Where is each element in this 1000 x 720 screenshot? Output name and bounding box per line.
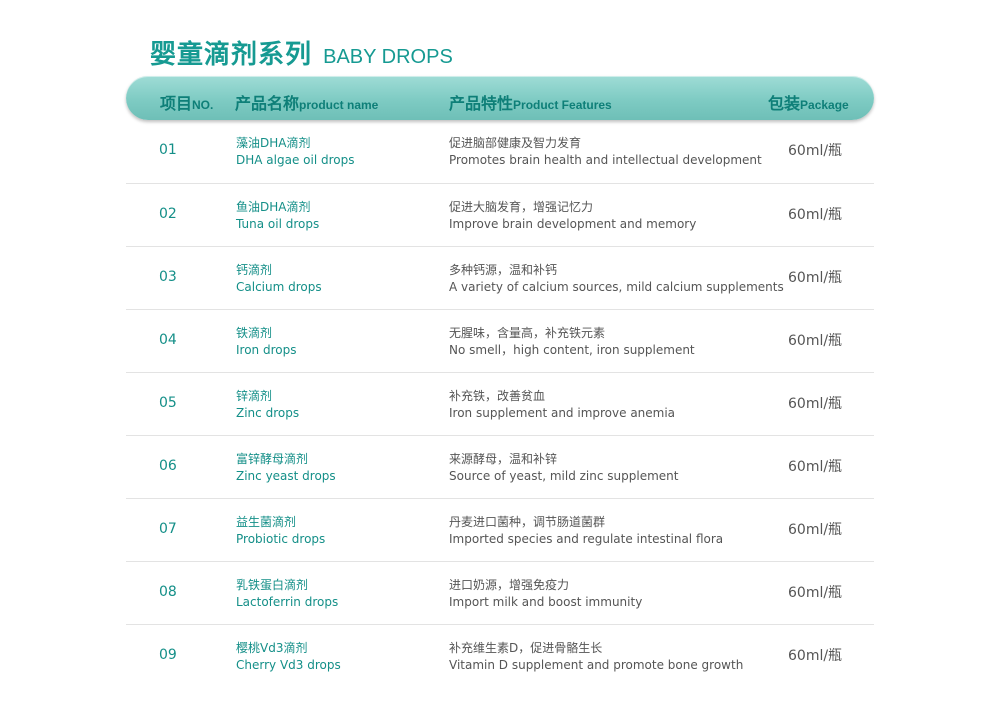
product-features: 补充维生素D，促进骨骼生长 Vitamin D supplement and p… xyxy=(449,640,743,674)
product-features: 促进大脑发育，增强记忆力 Improve brain development a… xyxy=(449,199,696,233)
product-name-cn: 钙滴剂 xyxy=(236,263,273,277)
product-name: 铁滴剂 Iron drops xyxy=(236,325,296,359)
table-row: 04 铁滴剂 Iron drops 无腥味，含量高，补充铁元素 No smell… xyxy=(126,310,874,373)
row-number: 09 xyxy=(159,647,177,663)
package-size: 60ml/瓶 xyxy=(788,207,843,223)
product-name-en: Zinc drops xyxy=(236,406,300,420)
product-features-cn: 丹麦进口菌种，调节肠道菌群 xyxy=(449,515,606,529)
header-product-features-cn: 产品特性 xyxy=(449,94,514,113)
page-title: 婴童滴剂系列 BABY DROPS xyxy=(150,34,453,71)
product-features-en: A variety of calcium sources, mild calci… xyxy=(449,280,784,294)
table-header: 项目NO. 产品名称product name 产品特性Product Featu… xyxy=(126,76,874,120)
header-package-en: Package xyxy=(800,98,849,112)
product-name-cn: 铁滴剂 xyxy=(236,326,273,340)
header-no-cn: 项目 xyxy=(160,94,193,113)
product-table: 01 藻油DHA滴剂 DHA algae oil drops 促进脑部健康及智力… xyxy=(126,120,874,687)
header-no: 项目NO. xyxy=(160,90,213,114)
table-row: 06 富锌酵母滴剂 Zinc yeast drops 来源酵母，温和补锌 Sou… xyxy=(126,436,874,499)
product-name-cn: 鱼油DHA滴剂 xyxy=(236,200,311,214)
package-size: 60ml/瓶 xyxy=(788,648,843,664)
product-features-cn: 多种钙源，温和补钙 xyxy=(449,263,558,277)
header-product-features: 产品特性Product Features xyxy=(449,90,612,114)
product-name-en: Lactoferrin drops xyxy=(236,595,339,609)
product-features-en: No smell，high content, iron supplement xyxy=(449,343,695,357)
product-name: 樱桃Vd3滴剂 Cherry Vd3 drops xyxy=(236,640,341,674)
product-name-en: Zinc yeast drops xyxy=(236,469,336,483)
product-features: 进口奶源，增强免疫力 Import milk and boost immunit… xyxy=(449,577,642,611)
product-features-en: Improve brain development and memory xyxy=(449,217,697,231)
row-number: 01 xyxy=(159,142,177,158)
product-name: 富锌酵母滴剂 Zinc yeast drops xyxy=(236,451,336,485)
product-name: 钙滴剂 Calcium drops xyxy=(236,262,322,296)
row-number: 03 xyxy=(159,269,177,285)
product-name-cn: 锌滴剂 xyxy=(236,389,273,403)
product-features: 补充铁，改善贫血 Iron supplement and improve ane… xyxy=(449,388,675,422)
product-name-en: Iron drops xyxy=(236,343,297,357)
header-package-cn: 包装 xyxy=(768,94,801,113)
product-features-en: Imported species and regulate intestinal… xyxy=(449,532,724,546)
header-package: 包装Package xyxy=(768,90,849,114)
package-size: 60ml/瓶 xyxy=(788,396,843,412)
package-size: 60ml/瓶 xyxy=(788,333,843,349)
header-no-en: NO. xyxy=(192,98,214,112)
row-number: 07 xyxy=(159,521,177,537)
product-features: 促进脑部健康及智力发育 Promotes brain health and in… xyxy=(449,135,762,169)
table-row: 07 益生菌滴剂 Probiotic drops 丹麦进口菌种，调节肠道菌群 I… xyxy=(126,499,874,562)
product-features: 无腥味，含量高，补充铁元素 No smell，high content, iro… xyxy=(449,325,695,359)
product-features-en: Vitamin D supplement and promote bone gr… xyxy=(449,658,744,672)
table-row: 05 锌滴剂 Zinc drops 补充铁，改善贫血 Iron suppleme… xyxy=(126,373,874,436)
product-name-en: Cherry Vd3 drops xyxy=(236,658,341,672)
product-features-cn: 补充铁，改善贫血 xyxy=(449,389,546,403)
row-number: 08 xyxy=(159,584,177,600)
product-features-cn: 进口奶源，增强免疫力 xyxy=(449,578,570,592)
product-name: 锌滴剂 Zinc drops xyxy=(236,388,299,422)
product-name-cn: 藻油DHA滴剂 xyxy=(236,136,311,150)
package-size: 60ml/瓶 xyxy=(788,270,843,286)
product-features-cn: 促进脑部健康及智力发育 xyxy=(449,136,582,150)
product-name-cn: 樱桃Vd3滴剂 xyxy=(236,641,308,655)
product-features-cn: 无腥味，含量高，补充铁元素 xyxy=(449,326,606,340)
product-features-cn: 来源酵母，温和补锌 xyxy=(449,452,558,466)
product-features: 来源酵母，温和补锌 Source of yeast, mild zinc sup… xyxy=(449,451,678,485)
product-features-cn: 补充维生素D，促进骨骼生长 xyxy=(449,641,603,655)
package-size: 60ml/瓶 xyxy=(788,459,843,475)
table-row: 09 樱桃Vd3滴剂 Cherry Vd3 drops 补充维生素D，促进骨骼生… xyxy=(126,625,874,687)
product-name-en: DHA algae oil drops xyxy=(236,153,355,167)
header-product-name-cn: 产品名称 xyxy=(235,94,300,113)
header-product-features-en: Product Features xyxy=(513,98,612,112)
product-features-en: Iron supplement and improve anemia xyxy=(449,406,676,420)
product-name-en: Calcium drops xyxy=(236,280,322,294)
header-product-name-en: product name xyxy=(299,98,379,112)
product-name: 鱼油DHA滴剂 Tuna oil drops xyxy=(236,199,319,233)
package-size: 60ml/瓶 xyxy=(788,143,843,159)
product-features: 多种钙源，温和补钙 A variety of calcium sources, … xyxy=(449,262,784,296)
page-title-en: BABY DROPS xyxy=(323,46,453,68)
row-number: 02 xyxy=(159,206,177,222)
product-name-en: Probiotic drops xyxy=(236,532,326,546)
product-name-cn: 乳铁蛋白滴剂 xyxy=(236,578,309,592)
page-title-cn: 婴童滴剂系列 xyxy=(150,40,313,70)
product-name: 乳铁蛋白滴剂 Lactoferrin drops xyxy=(236,577,338,611)
product-features: 丹麦进口菌种，调节肠道菌群 Imported species and regul… xyxy=(449,514,723,548)
header-product-name: 产品名称product name xyxy=(235,90,378,114)
product-features-en: Import milk and boost immunity xyxy=(449,595,643,609)
table-row: 03 钙滴剂 Calcium drops 多种钙源，温和补钙 A variety… xyxy=(126,247,874,310)
product-name-cn: 益生菌滴剂 xyxy=(236,515,297,529)
package-size: 60ml/瓶 xyxy=(788,522,843,538)
table-row: 01 藻油DHA滴剂 DHA algae oil drops 促进脑部健康及智力… xyxy=(126,120,874,184)
product-name-cn: 富锌酵母滴剂 xyxy=(236,452,309,466)
table-row: 08 乳铁蛋白滴剂 Lactoferrin drops 进口奶源，增强免疫力 I… xyxy=(126,562,874,625)
row-number: 05 xyxy=(159,395,177,411)
product-features-en: Source of yeast, mild zinc supplement xyxy=(449,469,679,483)
product-features-cn: 促进大脑发育，增强记忆力 xyxy=(449,200,594,214)
row-number: 06 xyxy=(159,458,177,474)
product-name: 益生菌滴剂 Probiotic drops xyxy=(236,514,325,548)
table-row: 02 鱼油DHA滴剂 Tuna oil drops 促进大脑发育，增强记忆力 I… xyxy=(126,184,874,247)
product-features-en: Promotes brain health and intellectual d… xyxy=(449,153,762,167)
package-size: 60ml/瓶 xyxy=(788,585,843,601)
row-number: 04 xyxy=(159,332,177,348)
product-name-en: Tuna oil drops xyxy=(236,217,320,231)
product-name: 藻油DHA滴剂 DHA algae oil drops xyxy=(236,135,354,169)
